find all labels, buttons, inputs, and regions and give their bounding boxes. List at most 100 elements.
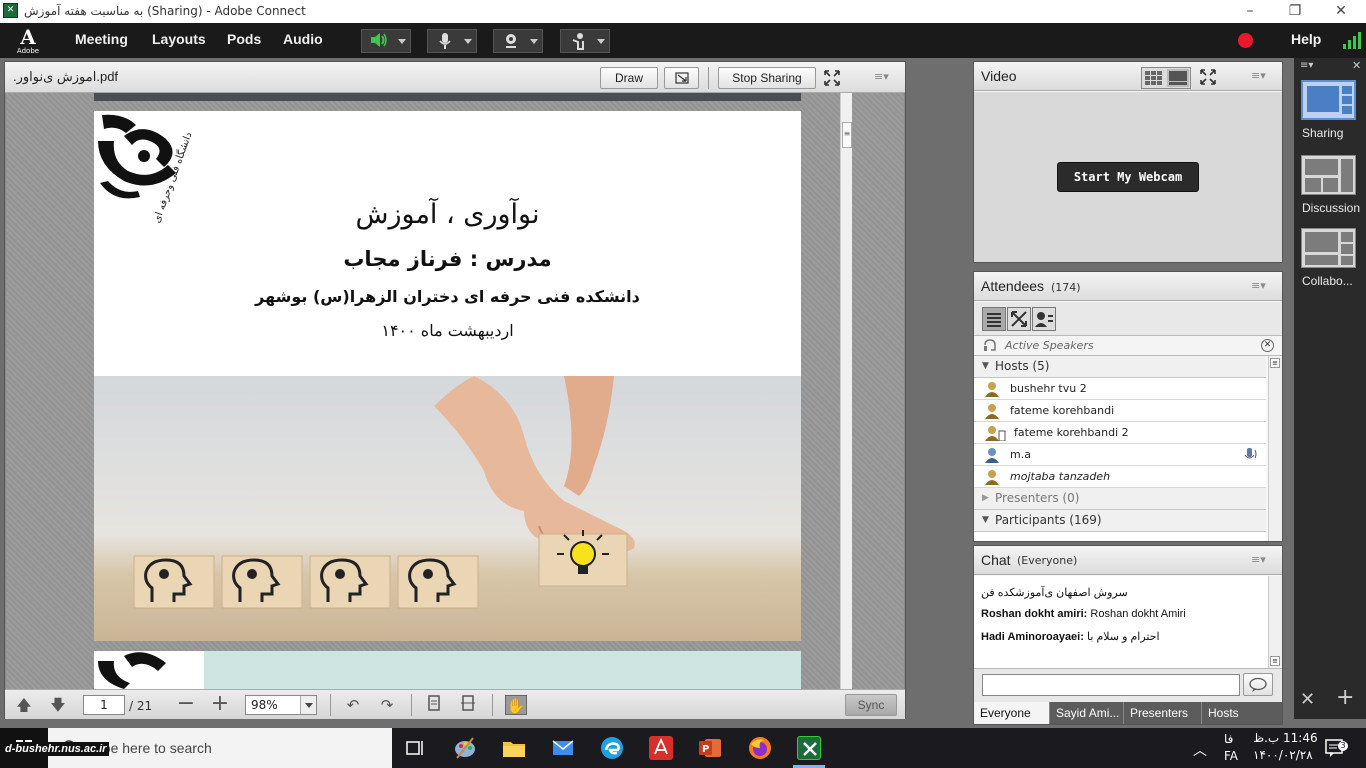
task-view-icon[interactable] [404,736,428,760]
layout-discussion-label[interactable]: Discussion [1302,201,1360,215]
chat-bubble-icon [1249,677,1267,692]
microphone-control[interactable] [427,29,477,53]
status-view-icon[interactable] [1032,307,1056,331]
zoom-select[interactable]: 98% [245,695,317,715]
clock-time[interactable]: 11:46 ب.ظ [1253,731,1318,745]
menu-layouts[interactable]: Layouts [152,31,206,47]
pointer-button[interactable] [664,67,699,89]
share-pod-header: .اموزش ی‌نواور.pdf Draw Stop Sharing ≡▾ [5,62,905,93]
layouts-sidebar: ≡▾ ✕ Sharing Discussion Collabo... ✕ + [1294,58,1366,719]
close-icon[interactable]: ✕ [1352,59,1361,72]
attendee-row[interactable] [974,532,1266,541]
clock-date[interactable]: ۱۴۰۰/۰۲/۲۸ [1253,748,1313,762]
attendee-row[interactable]: m.a [974,444,1266,466]
hosts-group[interactable]: ▼ Hosts (5) [974,356,1266,378]
scrollbar-thumb[interactable]: ≡ [1270,656,1280,666]
layout-collaboration-thumbnail[interactable] [1301,228,1356,268]
mail-icon[interactable] [551,736,575,760]
fit-page-icon[interactable] [423,695,445,715]
scrollbar-thumb[interactable]: ≡ [842,122,852,148]
chevron-up-icon[interactable]: ︿ [1193,740,1207,760]
chat-tab-presenters[interactable]: Presenters [1124,702,1202,724]
language-code[interactable]: FA [1224,749,1238,763]
firefox-icon[interactable] [748,736,772,760]
breakout-view-icon[interactable] [1007,307,1031,331]
window-title: به مناسبت هفته آموزش (Sharing) - Adobe C… [24,4,306,18]
powerpoint-icon[interactable]: P [698,736,722,760]
attendee-row[interactable]: fateme korehbandi [974,400,1266,422]
host-user-icon [984,447,1000,463]
pod-options-icon[interactable]: ≡▾ [874,71,892,83]
recording-indicator-icon [1238,33,1253,48]
chevron-down-icon[interactable] [464,39,472,44]
rotate-right-icon[interactable]: ↷ [376,695,398,715]
slide-photo [94,376,801,641]
speaker-control[interactable] [361,29,411,53]
edit-layouts-icon[interactable]: ✕ [1300,689,1315,710]
chevron-down-icon[interactable] [398,39,406,44]
maximize-button[interactable]: ❐ [1272,2,1318,22]
presenters-group[interactable]: ▶ Presenters (0) [974,488,1266,510]
edge-browser-icon[interactable] [600,736,624,760]
chevron-down-icon[interactable] [530,39,538,44]
webcam-control[interactable] [493,29,543,53]
sync-button[interactable]: Sync [845,694,897,716]
chat-tab-hosts[interactable]: Hosts [1202,702,1282,724]
next-page-icon[interactable]: 🡇 [47,695,69,715]
chat-input[interactable] [982,674,1240,696]
scrollbar-thumb[interactable]: ≡ [1270,358,1280,368]
close-icon[interactable]: ✕ [1261,339,1274,352]
minimize-button[interactable]: – [1227,2,1273,22]
attendee-list-scrollbar[interactable]: ≡ [1268,356,1282,541]
fullscreen-icon[interactable] [1199,68,1217,86]
layout-discussion-thumbnail[interactable] [1301,155,1356,195]
file-explorer-icon[interactable] [502,736,526,760]
menu-pods[interactable]: Pods [227,31,261,47]
layout-collaboration-label[interactable]: Collabo... [1302,274,1353,288]
send-message-button[interactable] [1243,673,1273,696]
adobe-connect-taskbar-icon[interactable] [797,736,821,760]
paint-app-icon[interactable] [453,736,477,760]
attendee-row[interactable]: fateme korehbandi 2 [974,422,1266,444]
layout-sharing-label[interactable]: Sharing [1302,126,1343,140]
chat-tab-everyone[interactable]: Everyone [974,702,1050,724]
previous-page-icon[interactable]: 🡅 [13,695,35,715]
expand-icon: ▼ [982,361,989,371]
chat-tab-sayid[interactable]: Sayid Ami... [1050,702,1124,724]
fit-width-icon[interactable] [457,695,479,715]
chat-scrollbar[interactable]: ≡ [1268,576,1282,668]
chat-pod-title: Chat [981,552,1011,568]
add-layout-icon[interactable]: + [1336,685,1354,710]
menu-meeting[interactable]: Meeting [75,31,128,47]
participants-group[interactable]: ▼ Participants (169) [974,510,1266,532]
pdf-reader-icon[interactable] [649,736,673,760]
window-title-bar: ✕ به مناسبت هفته آموزش (Sharing) - Adobe… [0,0,1366,23]
pod-options-icon[interactable]: ≡▾ [1251,280,1269,292]
fullscreen-icon[interactable] [823,69,841,87]
rotate-left-icon[interactable]: ↶ [342,695,364,715]
host-mobile-user-icon [984,425,1006,442]
pod-options-icon[interactable]: ≡▾ [1251,554,1269,566]
status-control[interactable] [560,29,610,53]
draw-button[interactable]: Draw [600,67,658,89]
video-view-toggle[interactable] [1141,67,1191,89]
layouts-menu-icon[interactable]: ≡▾ [1300,60,1313,71]
list-view-icon[interactable] [982,307,1006,331]
menu-help[interactable]: Help [1291,31,1321,47]
chevron-down-icon[interactable] [597,39,605,44]
start-webcam-button[interactable]: Start My Webcam [1057,162,1199,192]
layout-sharing-thumbnail[interactable] [1301,80,1356,120]
attendee-row[interactable]: mojtaba tanzadeh [974,466,1266,488]
language-indicator[interactable]: فا [1224,732,1233,746]
stop-sharing-button[interactable]: Stop Sharing [718,67,816,89]
attendees-pod: Attendees (174) ≡▾ Active Speakers ✕ ▼ Ho… [973,271,1283,542]
attendee-row[interactable]: bushehr tvu 2 [974,378,1266,400]
zoom-in-icon[interactable]: + [209,693,231,715]
menu-audio[interactable]: Audio [283,31,323,47]
zoom-out-icon[interactable]: − [175,693,197,715]
pod-options-icon[interactable]: ≡▾ [1251,70,1269,82]
close-button[interactable]: ✕ [1318,2,1364,22]
page-number-input[interactable]: 1 [83,695,125,715]
hand-tool-icon[interactable]: ✋ [505,695,527,715]
document-scrollbar[interactable]: ≡ [840,93,852,689]
